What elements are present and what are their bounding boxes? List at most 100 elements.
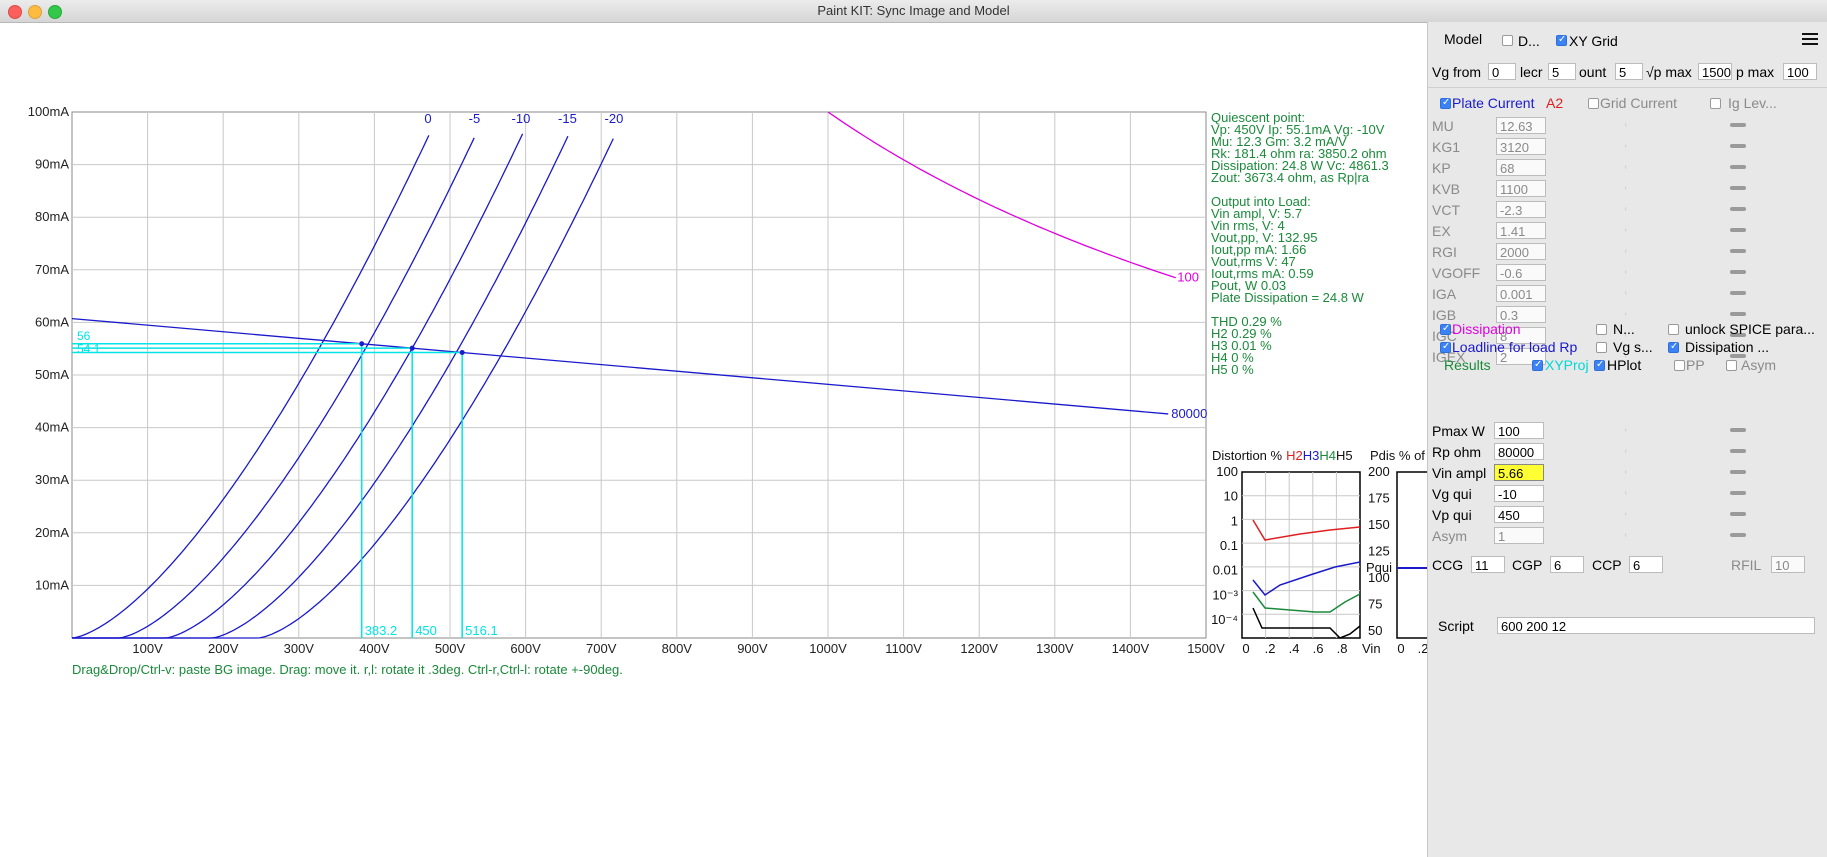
param-slider-knob[interactable] <box>1730 207 1746 211</box>
y-tick-label: 60mA <box>35 314 69 329</box>
param-field-kp[interactable]: 68 <box>1496 159 1546 176</box>
param-field-asym[interactable]: 1 <box>1494 527 1544 544</box>
param-field-iga[interactable]: 0.001 <box>1496 285 1546 302</box>
param-field-vp-qui[interactable]: 450 <box>1494 506 1544 523</box>
ip-max-field[interactable]: 100 <box>1783 63 1817 80</box>
param-field-ex[interactable]: 1.41 <box>1496 222 1546 239</box>
param-slider-knob[interactable] <box>1730 228 1746 232</box>
vg-from-label: Vg from <box>1432 64 1482 80</box>
param-slider-track[interactable] <box>1625 249 1826 253</box>
param-slider-track[interactable] <box>1625 207 1826 211</box>
projection-label: 383.2 <box>365 623 398 638</box>
param-slider-track[interactable] <box>1625 291 1826 295</box>
param-slider-track[interactable] <box>1625 312 1826 316</box>
param-slider-track[interactable] <box>1625 123 1826 127</box>
menu-icon[interactable] <box>1802 30 1818 48</box>
param-field-vg-qui[interactable]: -10 <box>1494 485 1544 502</box>
param-field-pmax-w[interactable]: 100 <box>1494 422 1544 439</box>
param-field-kvb[interactable]: 1100 <box>1496 180 1546 197</box>
usage-hint: Drag&Drop/Ctrl-v: paste BG image. Drag: … <box>72 662 623 677</box>
rfil-label: RFIL <box>1731 557 1762 573</box>
xygrid-checkbox[interactable] <box>1556 34 1567 46</box>
loadline-label: Loadline for load Rp <box>1452 339 1578 355</box>
script-field[interactable]: 600 200 12 <box>1497 617 1815 634</box>
operating-point-marker <box>359 341 365 347</box>
param-slider-track[interactable] <box>1625 491 1826 495</box>
param-slider-track[interactable] <box>1625 470 1826 474</box>
param-field-mu[interactable]: 12.63 <box>1496 117 1546 134</box>
param-label-rp-ohm: Rp ohm <box>1432 444 1482 460</box>
param-slider-knob[interactable] <box>1730 270 1746 274</box>
ig-lev-label: Ig Lev... <box>1728 95 1777 111</box>
param-slider-track[interactable] <box>1625 186 1826 190</box>
control-panel: Model D... XY Grid Vg from 0 lecr 5 ount… <box>1427 22 1827 857</box>
param-field-vct[interactable]: -2.3 <box>1496 201 1546 218</box>
x-tick-label: 100V <box>132 641 163 656</box>
plate-current-checkbox[interactable] <box>1440 97 1451 109</box>
param-slider-knob[interactable] <box>1730 512 1746 516</box>
param-slider-track[interactable] <box>1625 228 1826 232</box>
x-tick-label: 1100V <box>885 641 922 656</box>
unlock-spice-checkbox[interactable] <box>1668 324 1679 335</box>
ccp-field[interactable]: 6 <box>1629 556 1663 573</box>
x-tick-label: 500V <box>435 641 466 656</box>
vp-max-field[interactable]: 1500 <box>1698 63 1732 80</box>
vgs-checkbox[interactable] <box>1596 342 1607 353</box>
pdis-frame <box>1396 471 1427 639</box>
plate-current-label: Plate Current <box>1452 95 1535 111</box>
rfil-field[interactable]: 10 <box>1771 556 1805 573</box>
param-field-kg1[interactable]: 3120 <box>1496 138 1546 155</box>
cgp-field[interactable]: 6 <box>1550 556 1584 573</box>
param-field-vgoff[interactable]: -0.6 <box>1496 264 1546 281</box>
param-slider-knob[interactable] <box>1730 144 1746 148</box>
param-label-iga: IGA <box>1432 286 1457 302</box>
param-slider-knob[interactable] <box>1730 491 1746 495</box>
count-field[interactable]: 5 <box>1615 63 1643 80</box>
param-slider-knob[interactable] <box>1730 470 1746 474</box>
param-slider-knob[interactable] <box>1730 312 1746 316</box>
loadline-checkbox[interactable] <box>1440 341 1451 353</box>
param-label-vct: VCT <box>1432 202 1460 218</box>
param-slider-knob[interactable] <box>1730 291 1746 295</box>
xyproj-checkbox[interactable] <box>1532 359 1543 371</box>
param-slider-knob[interactable] <box>1730 123 1746 127</box>
param-slider-track[interactable] <box>1625 533 1826 537</box>
param-slider-knob[interactable] <box>1730 449 1746 453</box>
param-slider-track[interactable] <box>1625 449 1826 453</box>
y-tick-label: 90mA <box>35 157 69 172</box>
grid-current-checkbox[interactable] <box>1588 98 1599 109</box>
param-slider-knob[interactable] <box>1730 249 1746 253</box>
param-slider-knob[interactable] <box>1730 428 1746 432</box>
distortion-y-tick: 10⁻³ <box>1212 587 1238 602</box>
pdis-y-tick: 125 <box>1368 544 1390 559</box>
d-checkbox[interactable] <box>1502 35 1513 46</box>
operating-point-marker <box>409 345 415 351</box>
asym-checkbox[interactable] <box>1726 360 1737 371</box>
dissipation-checkbox[interactable] <box>1440 323 1451 335</box>
param-slider-knob[interactable] <box>1730 533 1746 537</box>
param-slider-knob[interactable] <box>1730 165 1746 169</box>
param-slider-knob[interactable] <box>1730 186 1746 190</box>
param-slider-track[interactable] <box>1625 270 1826 274</box>
pp-label: PP <box>1686 357 1705 373</box>
pp-checkbox[interactable] <box>1674 360 1685 371</box>
ig-lev-checkbox[interactable] <box>1710 98 1721 109</box>
param-slider-track[interactable] <box>1625 512 1826 516</box>
distortion-x-label: Vin <box>1362 641 1381 656</box>
quiescent-info: Quiescent point: Vp: 450V Ip: 55.1mA Vg: … <box>1211 111 1389 184</box>
hplot-checkbox[interactable] <box>1594 359 1605 371</box>
param-field-rgi[interactable]: 2000 <box>1496 243 1546 260</box>
decr-field[interactable]: 5 <box>1548 63 1576 80</box>
param-label-rgi: RGI <box>1432 244 1457 260</box>
dissipation2-checkbox[interactable] <box>1668 341 1679 353</box>
ccg-field[interactable]: 11 <box>1471 556 1505 573</box>
param-slider-track[interactable] <box>1625 428 1826 432</box>
distortion-x-tick: .2 <box>1265 641 1276 656</box>
param-field-rp-ohm[interactable]: 80000 <box>1494 443 1544 460</box>
n-checkbox[interactable] <box>1596 324 1607 335</box>
param-field-vin-ampl[interactable]: 5.66 <box>1494 464 1544 481</box>
vg-from-field[interactable]: 0 <box>1488 63 1516 80</box>
param-slider-track[interactable] <box>1625 144 1826 148</box>
x-tick-label: 700V <box>586 641 617 656</box>
param-slider-track[interactable] <box>1625 165 1826 169</box>
